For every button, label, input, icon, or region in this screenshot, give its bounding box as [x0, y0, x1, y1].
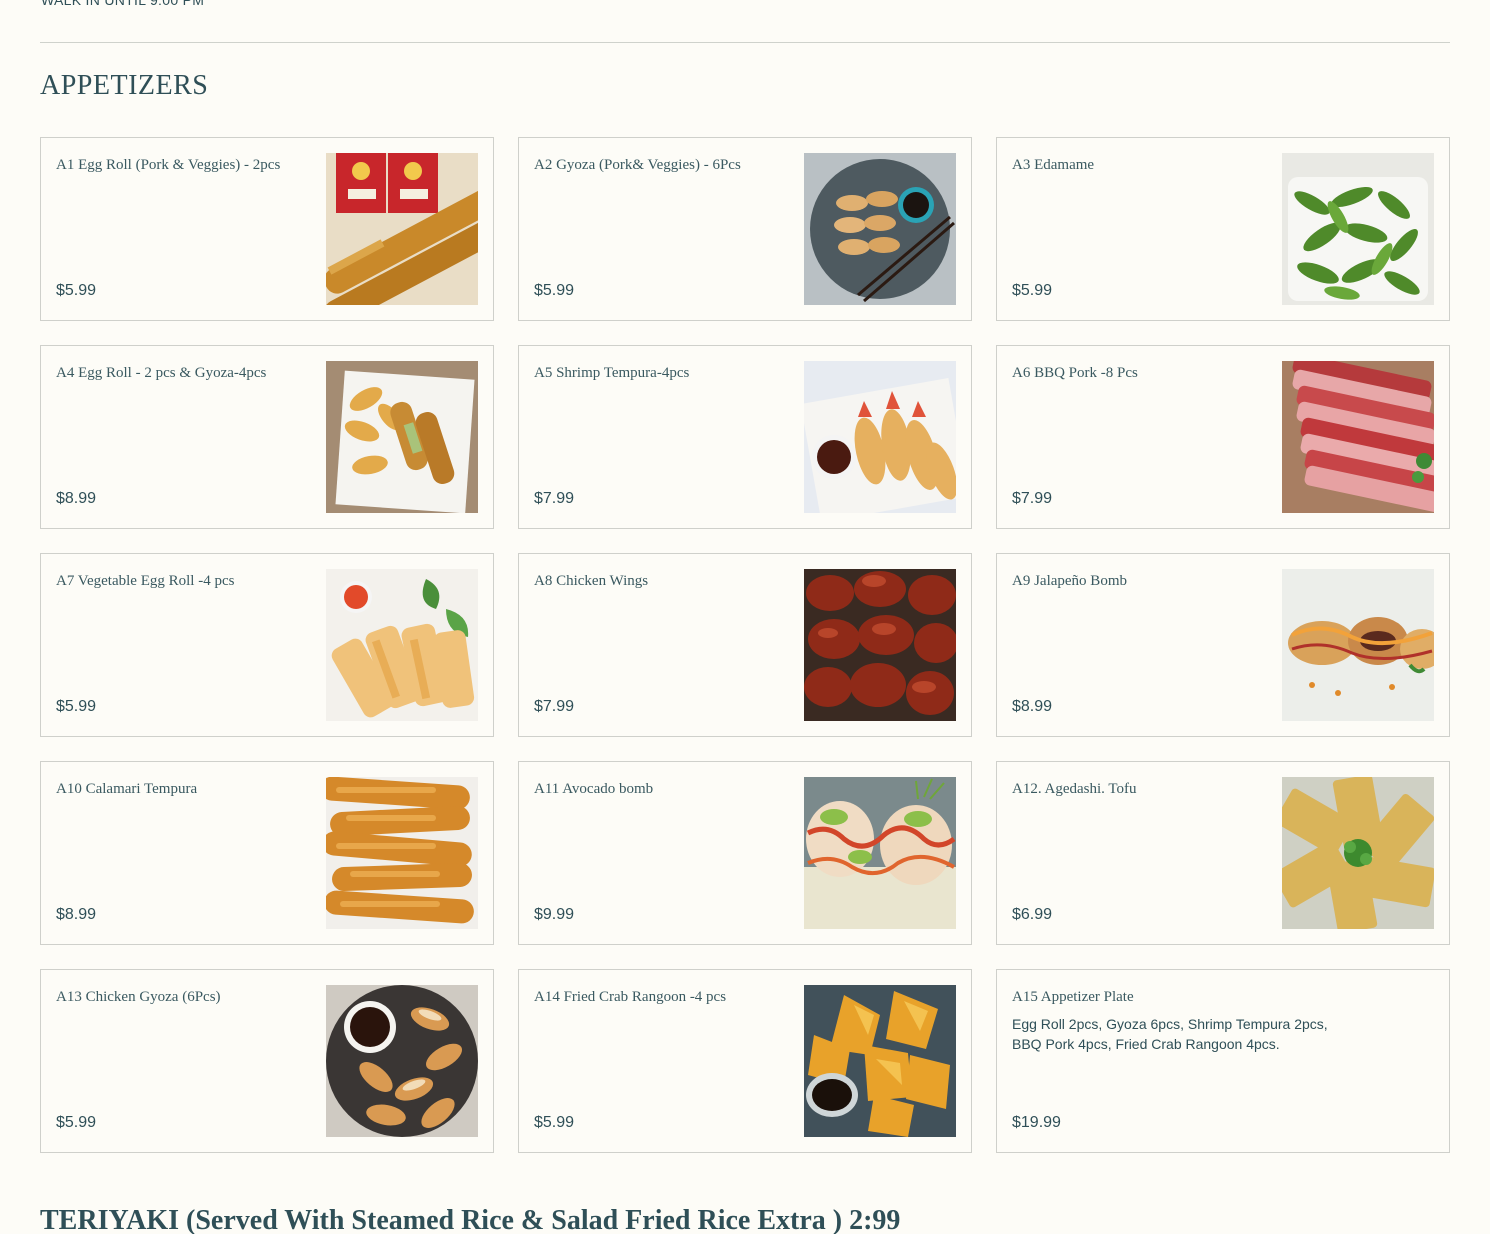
menu-item-price: $7.99: [534, 490, 575, 507]
section-divider: [40, 42, 1450, 43]
menu-item-price: $8.99: [56, 490, 97, 507]
menu-item-price: $5.99: [56, 698, 97, 715]
chicken-gyoza-photo: [326, 985, 478, 1137]
menu-item-name: A15 Appetizer Plate: [1012, 989, 1134, 1005]
menu-item-price: $8.99: [1012, 698, 1053, 715]
menu-item-price: $5.99: [56, 1114, 97, 1131]
agedashi-tofu-photo: [1282, 777, 1434, 929]
menu-item-name: A1 Egg Roll (Pork & Veggies) - 2pcs: [56, 157, 281, 173]
menu-item-name: A14 Fried Crab Rangoon -4 pcs: [534, 989, 727, 1005]
menu-item-card[interactable]: A2 Gyoza (Pork& Veggies) - 6Pcs $5.99: [518, 137, 972, 321]
menu-item-price: $5.99: [534, 282, 575, 299]
egg-roll-photo: [326, 153, 478, 305]
menu-item-card[interactable]: A14 Fried Crab Rangoon -4 pcs $5.99: [518, 969, 972, 1153]
menu-item-card[interactable]: A15 Appetizer Plate Egg Roll 2pcs, Gyoza…: [996, 969, 1450, 1153]
menu-item-price: $6.99: [1012, 906, 1053, 923]
menu-item-name: A8 Chicken Wings: [534, 573, 649, 589]
menu-item-card[interactable]: A13 Chicken Gyoza (6Pcs) $5.99: [40, 969, 494, 1153]
menu-item-name: A7 Vegetable Egg Roll -4 pcs: [56, 573, 235, 589]
vegetable-egg-roll-photo: [326, 569, 478, 721]
menu-item-card[interactable]: A8 Chicken Wings $7.99: [518, 553, 972, 737]
menu-item-card[interactable]: A9 Jalapeño Bomb $8.99: [996, 553, 1450, 737]
appetizers-grid: A1 Egg Roll (Pork & Veggies) - 2pcs $5.9…: [40, 137, 1450, 1153]
menu-item-price: $19.99: [1012, 1114, 1061, 1131]
menu-item-card[interactable]: A3 Edamame $5.99: [996, 137, 1450, 321]
gyoza-photo: [804, 153, 956, 305]
menu-item-card[interactable]: A6 BBQ Pork -8 Pcs $7.99: [996, 345, 1450, 529]
menu-item-name: A10 Calamari Tempura: [56, 781, 198, 797]
menu-item-name: A5 Shrimp Tempura-4pcs: [534, 365, 690, 381]
edamame-photo: [1282, 153, 1434, 305]
menu-item-name: A2 Gyoza (Pork& Veggies) - 6Pcs: [534, 157, 741, 173]
bbq-pork-photo: [1282, 361, 1434, 513]
menu-item-name: A13 Chicken Gyoza (6Pcs): [56, 989, 221, 1005]
menu-item-price: $7.99: [534, 698, 575, 715]
menu-item-name: A9 Jalapeño Bomb: [1012, 573, 1127, 589]
menu-item-card[interactable]: A10 Calamari Tempura $8.99: [40, 761, 494, 945]
menu-item-card[interactable]: A4 Egg Roll - 2 pcs & Gyoza-4pcs $8.99: [40, 345, 494, 529]
menu-item-price: $7.99: [1012, 490, 1053, 507]
calamari-tempura-photo: [326, 777, 478, 929]
chicken-wings-photo: [804, 569, 956, 721]
menu-item-price: $5.99: [534, 1114, 575, 1131]
menu-item-description: Egg Roll 2pcs, Gyoza 6pcs, Shrimp Tempur…: [1012, 1016, 1328, 1052]
egg-roll-gyoza-photo: [326, 361, 478, 513]
menu-item-price: $5.99: [1012, 282, 1053, 299]
shrimp-tempura-photo: [804, 361, 956, 513]
avocado-bomb-photo: [804, 777, 956, 929]
menu-item-card[interactable]: A11 Avocado bomb $9.99: [518, 761, 972, 945]
teriyaki-section-title: TERIYAKI (Served With Steamed Rice & Sal…: [40, 1205, 901, 1234]
menu-item-name: A6 BBQ Pork -8 Pcs: [1012, 365, 1138, 381]
menu-item-name: A3 Edamame: [1012, 157, 1095, 173]
menu-item-price: $8.99: [56, 906, 97, 923]
jalapeno-bomb-photo: [1282, 569, 1434, 721]
menu-item-card[interactable]: A12. Agedashi. Tofu $6.99: [996, 761, 1450, 945]
menu-item-card[interactable]: A1 Egg Roll (Pork & Veggies) - 2pcs $5.9…: [40, 137, 494, 321]
crab-rangoon-photo: [804, 985, 956, 1137]
menu-item-card[interactable]: A5 Shrimp Tempura-4pcs $7.99: [518, 345, 972, 529]
menu-item-price: $5.99: [56, 282, 97, 299]
appetizers-section-title: APPETIZERS: [40, 70, 209, 101]
menu-item-name: A11 Avocado bomb: [534, 781, 654, 797]
hours-note: WALK IN UNTIL 9:00 PM: [41, 0, 205, 8]
menu-item-name: A4 Egg Roll - 2 pcs & Gyoza-4pcs: [56, 365, 267, 381]
menu-item-price: $9.99: [534, 906, 575, 923]
menu-item-card[interactable]: A7 Vegetable Egg Roll -4 pcs $5.99: [40, 553, 494, 737]
menu-item-name: A12. Agedashi. Tofu: [1012, 781, 1137, 797]
